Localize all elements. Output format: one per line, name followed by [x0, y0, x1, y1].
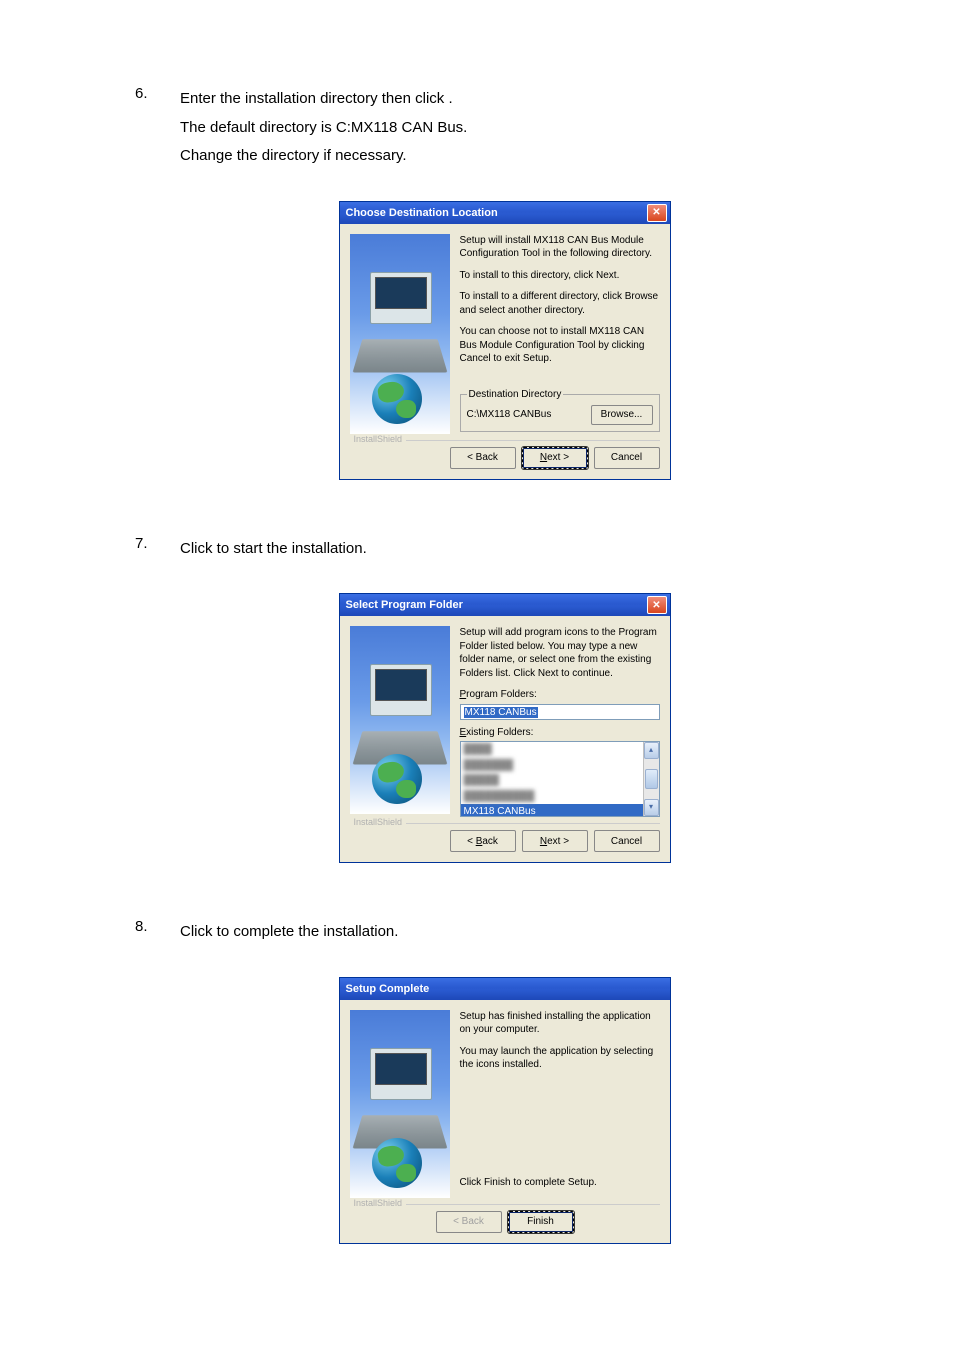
- titlebar: Select Program Folder ✕: [340, 594, 670, 616]
- step-number: 6.: [135, 85, 180, 171]
- brand-label: InstallShield: [350, 817, 407, 827]
- select-program-folder-dialog: Select Program Folder ✕ Setup will add p…: [339, 593, 671, 863]
- dialog-title: Choose Destination Location: [346, 207, 498, 219]
- dialog-title: Setup Complete: [346, 983, 430, 995]
- cancel-button[interactable]: Cancel: [594, 447, 660, 469]
- scroll-thumb[interactable]: [645, 769, 658, 789]
- done-p2: You may launch the application by select…: [460, 1045, 660, 1072]
- back-button[interactable]: < Back: [450, 447, 516, 469]
- done-p3: Click Finish to complete Setup.: [460, 1176, 660, 1190]
- cancel-button[interactable]: Cancel: [594, 830, 660, 852]
- dest-p1: Setup will install MX118 CAN Bus Module …: [460, 234, 660, 261]
- step-number: 7.: [135, 535, 180, 564]
- wizard-graphic: [350, 626, 450, 814]
- titlebar: Setup Complete: [340, 978, 670, 1000]
- back-button: < Back: [436, 1211, 502, 1233]
- back-button[interactable]: < Back: [450, 830, 516, 852]
- step-7-line1: Click to start the installation.: [180, 535, 874, 564]
- choose-destination-dialog: Choose Destination Location ✕ Setup will…: [339, 201, 671, 480]
- step-8-line1: Click to complete the installation.: [180, 918, 874, 947]
- close-icon[interactable]: ✕: [647, 596, 667, 614]
- step-6-text: Enter the installation directory then cl…: [180, 85, 874, 171]
- step-7-text: Click to start the installation.: [180, 535, 874, 564]
- wizard-graphic: [350, 1010, 450, 1198]
- next-button[interactable]: Next >: [522, 447, 588, 469]
- scroll-down-icon[interactable]: ▾: [644, 799, 659, 816]
- scroll-up-icon[interactable]: ▴: [644, 742, 659, 759]
- close-icon[interactable]: ✕: [647, 204, 667, 222]
- destination-path: C:\MX118 CANBus: [467, 408, 552, 422]
- brand-label: InstallShield: [350, 1198, 407, 1208]
- list-item-selected[interactable]: MX118 CANBus: [461, 804, 659, 817]
- step-6-line1: Enter the installation directory then cl…: [180, 85, 874, 114]
- wizard-graphic: [350, 234, 450, 434]
- destination-group: Destination Directory C:\MX118 CANBus Br…: [460, 388, 660, 433]
- browse-button[interactable]: Browse...: [591, 405, 653, 425]
- setup-complete-dialog: Setup Complete Setup has finished instal…: [339, 977, 671, 1244]
- step-8-text: Click to complete the installation.: [180, 918, 874, 947]
- existing-folders-label: Existing Folders:: [460, 726, 660, 740]
- dest-p4: You can choose not to install MX118 CAN …: [460, 325, 660, 366]
- done-p1: Setup has finished installing the applic…: [460, 1010, 660, 1037]
- step-6-line3: Change the directory if necessary.: [180, 142, 874, 171]
- program-folders-label: Program Folders:: [460, 688, 660, 702]
- dest-p2: To install to this directory, click Next…: [460, 269, 660, 283]
- next-button[interactable]: Next >: [522, 830, 588, 852]
- step-6-line2: The default directory is C:MX118 CAN Bus…: [180, 114, 874, 143]
- finish-button[interactable]: Finish: [508, 1211, 574, 1233]
- folder-p1: Setup will add program icons to the Prog…: [460, 626, 660, 680]
- program-folder-input[interactable]: MX118 CANBus: [460, 704, 660, 720]
- dest-p3: To install to a different directory, cli…: [460, 290, 660, 317]
- existing-folders-list[interactable]: ████ ███████ █████ ██████████ MX118 CANB…: [460, 741, 660, 817]
- titlebar: Choose Destination Location ✕: [340, 202, 670, 224]
- brand-label: InstallShield: [350, 434, 407, 444]
- scrollbar[interactable]: ▴ ▾: [643, 742, 659, 816]
- destination-legend: Destination Directory: [467, 388, 564, 402]
- step-number: 8.: [135, 918, 180, 947]
- dialog-title: Select Program Folder: [346, 599, 463, 611]
